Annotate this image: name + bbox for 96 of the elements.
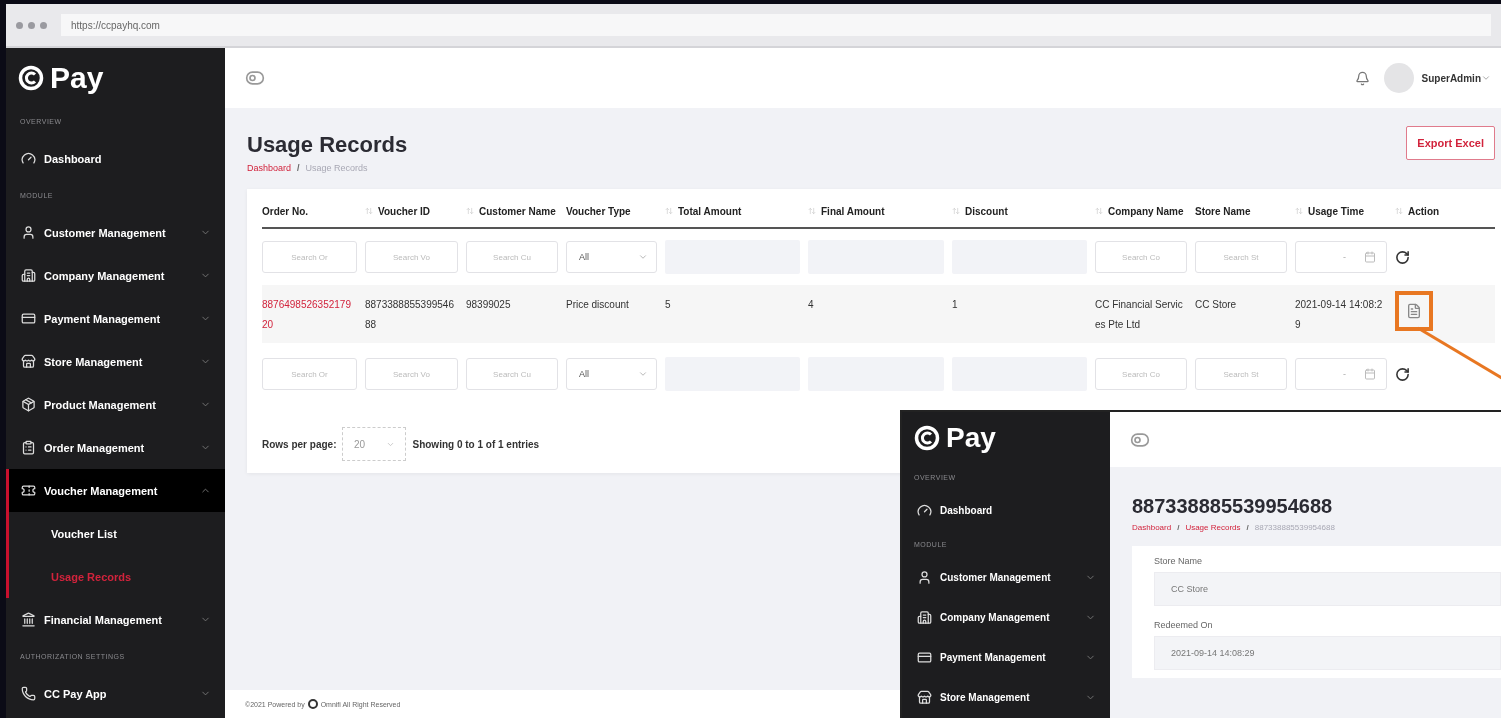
- chevron-down-icon: [638, 252, 648, 262]
- sort-icon: [665, 207, 673, 215]
- gauge-icon: [21, 151, 36, 166]
- sort-icon: [1295, 207, 1303, 215]
- sidebar-item[interactable]: Payment Management: [6, 297, 225, 340]
- sidebar-item[interactable]: Store Management: [6, 340, 225, 383]
- export-button[interactable]: Export Excel: [1406, 126, 1495, 160]
- bank-icon: [21, 612, 36, 627]
- breadcrumb-current: 887338885539954688: [1254, 523, 1335, 532]
- calendar-icon: [1364, 368, 1376, 380]
- sidebar-item[interactable]: Dashboard: [6, 137, 225, 180]
- building-icon: [21, 268, 36, 283]
- sidebar-item[interactable]: Voucher Management: [6, 469, 225, 512]
- rows-per-page-label: Rows per page:: [262, 438, 337, 450]
- column-header[interactable]: Discount: [952, 195, 1095, 229]
- column-header[interactable]: Company Name: [1095, 195, 1195, 229]
- column-header[interactable]: Final Amount: [808, 195, 952, 229]
- package-icon: [21, 397, 36, 412]
- table-cell: Price discount: [566, 285, 665, 343]
- table-cell: 4: [808, 285, 952, 343]
- breadcrumb-separator: /: [297, 163, 300, 173]
- sidebar-item[interactable]: Financial Management: [6, 598, 225, 641]
- sidebar-item[interactable]: Company Management: [6, 254, 225, 297]
- breadcrumb-link[interactable]: Dashboard: [247, 163, 292, 173]
- document-icon[interactable]: [1406, 303, 1422, 319]
- table-cell: 5: [665, 285, 808, 343]
- sidebar-item[interactable]: Company Management: [902, 597, 1110, 638]
- sort-icon: [952, 207, 960, 215]
- table-cell: CC Store: [1195, 285, 1295, 343]
- user-name[interactable]: SuperAdmin: [1421, 72, 1481, 84]
- breadcrumb-separator: /: [1177, 523, 1180, 532]
- sort-icon: [365, 207, 373, 215]
- order-link[interactable]: 887649852635217920: [262, 285, 365, 343]
- breadcrumb-link[interactable]: Dashboard: [1132, 523, 1172, 532]
- page-title: 887338885539954688: [1132, 495, 1334, 518]
- brand-logo-icon: [307, 699, 318, 709]
- clipboard-icon: [21, 440, 36, 455]
- sort-icon: [466, 207, 474, 215]
- user-icon: [917, 570, 932, 586]
- table-cell: 2021-09-14 14:08:29: [1295, 285, 1395, 343]
- phone-icon: [21, 686, 36, 701]
- store-icon: [21, 354, 36, 369]
- sidebar-item[interactable]: Order Management: [6, 426, 225, 469]
- breadcrumb-current: Usage Records: [305, 163, 368, 173]
- card-icon: [917, 650, 932, 666]
- chevron-down-icon: [1481, 73, 1491, 83]
- input-field[interactable]: 2021-09-14 14:08:29: [1154, 636, 1501, 670]
- breadcrumb-separator: /: [1246, 523, 1249, 532]
- sidebar-item[interactable]: Store Management: [902, 677, 1110, 718]
- entries-summary: Showing 0 to 1 of 1 entries: [412, 438, 540, 450]
- column-header[interactable]: Action: [1395, 195, 1495, 229]
- field-label: Redeemed On: [1154, 620, 1214, 630]
- bell-icon[interactable]: [1354, 70, 1370, 86]
- logo-text: Pay: [50, 61, 104, 95]
- sort-icon: [1395, 207, 1403, 215]
- store-icon: [917, 690, 932, 706]
- table-cell: 1: [952, 285, 1095, 343]
- column-header[interactable]: Order No.: [262, 195, 365, 229]
- address-bar[interactable]: https://ccpayhq.com: [61, 14, 1491, 36]
- table-cell: 98399025: [466, 285, 566, 343]
- column-header[interactable]: Usage Time: [1295, 195, 1395, 229]
- column-header[interactable]: Store Name: [1195, 195, 1295, 229]
- table-cell: CC Financial Services Pte Ltd: [1095, 285, 1195, 343]
- page-title: Usage Records: [247, 132, 408, 158]
- ticket-icon: [21, 483, 36, 498]
- column-header[interactable]: Customer Name: [466, 195, 566, 229]
- copyright-logo-icon: [914, 424, 940, 451]
- calendar-icon: [1364, 251, 1376, 263]
- refresh-icon[interactable]: [1395, 249, 1410, 265]
- building-icon: [917, 610, 932, 626]
- sidebar-item[interactable]: Customer Management: [6, 211, 225, 254]
- toggle-icon[interactable]: [245, 68, 265, 88]
- type-select[interactable]: All: [566, 358, 657, 390]
- chevron-down-icon: [638, 369, 648, 379]
- sidebar-item[interactable]: Product Management: [6, 383, 225, 426]
- refresh-icon[interactable]: [1395, 366, 1410, 382]
- sidebar-item[interactable]: Dashboard: [902, 490, 1110, 531]
- table-cell: 887338885539954688: [365, 285, 466, 343]
- column-header[interactable]: Total Amount: [665, 195, 808, 229]
- column-header[interactable]: Voucher Type: [566, 195, 665, 229]
- input-field[interactable]: CC Store: [1154, 572, 1501, 606]
- sidebar-item[interactable]: Payment Management: [902, 637, 1110, 678]
- sort-icon: [1095, 207, 1103, 215]
- user-icon: [21, 225, 36, 240]
- window-controls-icon: [16, 21, 47, 29]
- type-select[interactable]: All: [566, 241, 657, 273]
- logo-text: Pay: [946, 421, 996, 454]
- avatar: [1383, 63, 1414, 93]
- sidebar-item[interactable]: Customer Management: [902, 557, 1110, 598]
- sort-icon: [808, 207, 816, 215]
- field-label: Store Name: [1154, 556, 1204, 566]
- card-icon: [21, 311, 36, 326]
- sidebar-item[interactable]: CC Pay App: [6, 672, 225, 715]
- breadcrumb-link[interactable]: Usage Records: [1185, 523, 1241, 532]
- column-header[interactable]: Voucher ID: [365, 195, 466, 229]
- copyright-logo-icon: [18, 65, 44, 91]
